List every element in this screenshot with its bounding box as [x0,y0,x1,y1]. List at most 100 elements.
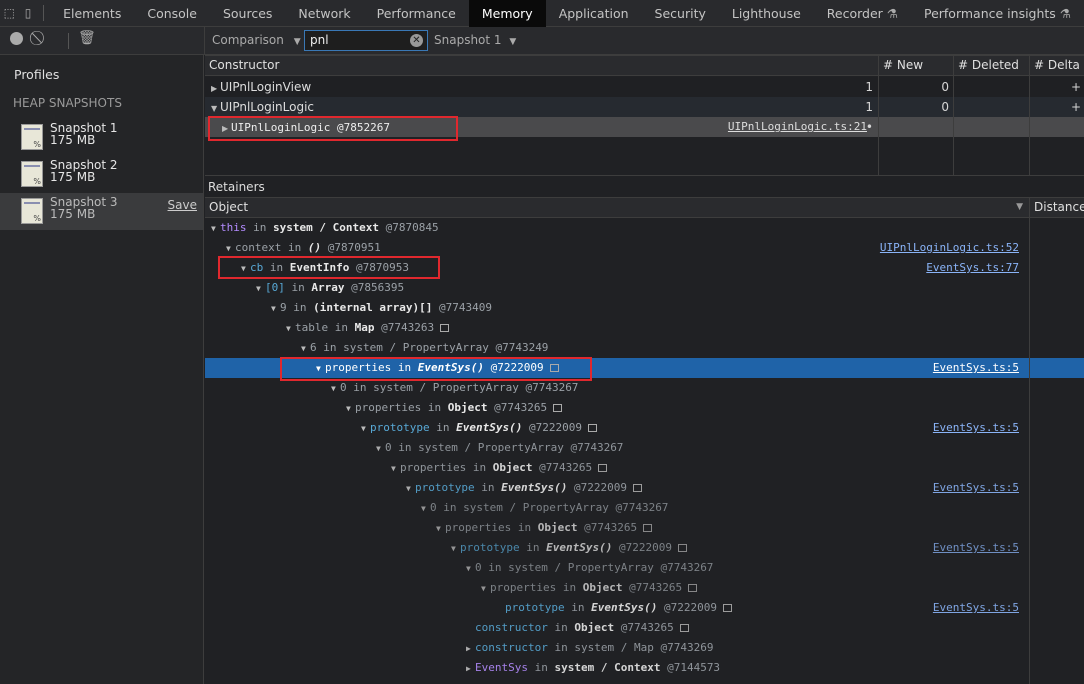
source-link[interactable]: UIPnlLoginLogic.ts:21 [728,117,867,137]
reveal-object-icon[interactable] [553,404,563,412]
collapse-arrow-icon[interactable]: ▼ [481,579,490,599]
record-icon[interactable] [10,32,23,45]
profiles-title: Profiles [14,67,60,82]
collapse-arrow-icon[interactable]: ▼ [286,319,295,339]
tab-label: Console [147,5,197,21]
retainer-row[interactable]: ▼ [0] in Array @7856395 [205,278,1084,298]
in-keyword: in [281,241,308,254]
tab-console[interactable]: Console [134,0,210,27]
tab-sources[interactable]: Sources [210,0,285,27]
reveal-object-icon[interactable] [722,604,732,612]
retainer-row[interactable]: ▶ constructor in system / Map @7743269 [205,638,1084,658]
expand-arrow-icon[interactable]: ▶ [466,659,475,679]
retainer-row[interactable]: ▼ context in () @7870951 UIPnlLoginLogic.t… [205,238,1084,258]
retainer-row[interactable]: constructor in Object @7743265 [205,618,1084,638]
tab-elements[interactable]: Elements [50,0,134,27]
column-new[interactable]: # New [878,56,953,75]
collapse-arrow-icon[interactable]: ▼ [466,559,475,579]
tab-lighthouse[interactable]: Lighthouse [719,0,814,27]
collapse-arrow-icon[interactable]: ▼ [436,519,445,539]
collapse-arrow-icon[interactable]: ▼ [331,379,340,399]
reveal-object-icon[interactable] [632,484,642,492]
collapse-arrow-icon[interactable]: ▼ [256,279,265,299]
retainer-row[interactable]: ▼ prototype in EventSys() @7222009 EventSy… [205,418,1084,438]
reveal-object-icon[interactable] [440,324,450,332]
tab-performance[interactable]: Performance [364,0,469,27]
retainer-row[interactable]: ▼ properties in Object @7743265 [205,518,1084,538]
retainer-row[interactable]: ▼ table in Map @7743263 [205,318,1084,338]
collapse-arrow-icon[interactable]: ▼ [211,219,220,239]
retainer-row[interactable]: ▼ 9 in (internal array)[] @7743409 [205,298,1084,318]
column-distance[interactable]: Distance [1029,198,1084,217]
source-link[interactable]: EventSys.ts:5 [933,478,1019,498]
tab-application[interactable]: Application [546,0,642,27]
inspect-element-icon[interactable]: ⬚ [0,0,19,27]
retainer-row[interactable]: ▼ prototype in EventSys() @7222009 EventSy… [205,538,1084,558]
column-constructor[interactable]: Constructor [205,56,283,75]
in-keyword: in [246,221,273,234]
source-link[interactable]: EventSys.ts:77 [926,258,1019,278]
reveal-object-icon[interactable] [598,464,608,472]
in-keyword: in [466,461,493,474]
collapse-arrow-icon[interactable]: ▼ [376,439,385,459]
collapse-arrow-icon[interactable]: ▼ [451,539,460,559]
memory-toolbar: ⃠ 🗑 Comparison ▼ pnl ✕ Snapshot 1 ▼ [0,27,1084,55]
expand-arrow-icon[interactable]: ▶ [466,639,475,659]
retainer-row[interactable]: ▼ 0 in system / PropertyArray @7743267 [205,438,1084,458]
view-select[interactable]: Comparison ▼ [212,33,301,47]
reveal-object-icon[interactable] [677,544,687,552]
tab-recorder[interactable]: Recorder ⚗ [814,0,911,27]
column-delta[interactable]: # Delta [1029,56,1084,75]
trash-icon[interactable]: 🗑 [78,30,96,46]
snapshot-icon [21,161,43,187]
retainer-row[interactable]: ▼ 0 in system / PropertyArray @7743267 [205,498,1084,518]
retainer-row[interactable]: ▼ properties in Object @7743265 [205,458,1084,478]
reveal-object-icon[interactable] [643,524,653,532]
source-link[interactable]: EventSys.ts:5 [933,598,1019,618]
source-link[interactable]: UIPnlLoginLogic.ts:52 [880,238,1019,258]
collapse-arrow-icon[interactable]: ▼ [391,459,400,479]
class-name: Array [311,281,345,294]
property-name: 0 [385,441,392,454]
column-object[interactable]: Object ▼ [205,198,1029,217]
collapse-arrow-icon[interactable]: ▼ [361,419,370,439]
collapse-arrow-icon[interactable]: ▼ [421,499,430,519]
save-link[interactable]: Save [168,198,197,212]
source-link[interactable]: EventSys.ts:5 [933,418,1019,438]
tab-security[interactable]: Security [642,0,719,27]
collapse-arrow-icon[interactable]: ▼ [346,399,355,419]
retainer-row[interactable]: ▼ properties in Object @7743265 [205,398,1084,418]
retainer-row[interactable]: ▶ EventSys in system / Context @7144573 [205,658,1084,678]
retainer-row[interactable]: ▼ 0 in system / PropertyArray @7743267 [205,378,1084,398]
reveal-object-icon[interactable] [587,424,597,432]
snapshot-item[interactable]: Snapshot 1175 MB [0,119,203,156]
device-toolbar-icon[interactable]: ▯ [19,0,38,27]
column-deleted[interactable]: # Deleted [953,56,1029,75]
baseline-select[interactable]: Snapshot 1 ▼ [434,33,516,47]
retainer-row[interactable]: ▼ this in system / Context @7870845 [205,218,1084,238]
snapshot-item[interactable]: Snapshot 2175 MB [0,156,203,193]
reveal-object-icon[interactable] [688,584,698,592]
tab-performance-insights[interactable]: Performance insights ⚗ [911,0,1084,27]
retainer-row[interactable]: ▼ 6 in system / PropertyArray @7743249 [205,338,1084,358]
retainer-row[interactable]: ▼ prototype in EventSys() @7222009 EventSy… [205,478,1084,498]
clear-filter-icon[interactable]: ✕ [410,34,423,47]
source-link[interactable]: EventSys.ts:5 [933,358,1019,378]
collapse-arrow-icon[interactable]: ▼ [301,339,310,359]
class-name: system / PropertyArray [463,501,609,514]
snapshot-item[interactable]: Snapshot 3175 MBSave [0,193,203,230]
retainer-row[interactable]: ▼ properties in Object @7743265 [205,578,1084,598]
source-link[interactable]: EventSys.ts:5 [933,538,1019,558]
reveal-object-icon[interactable] [679,624,689,632]
tab-memory[interactable]: Memory [468,0,546,27]
constructor-name: UIPnlLoginView [220,80,312,94]
class-name: system / Map [574,641,654,654]
tab-network[interactable]: Network [285,0,363,27]
collapse-arrow-icon[interactable]: ▼ [406,479,415,499]
collapse-arrow-icon[interactable]: ▼ [271,299,280,319]
retainer-row[interactable]: prototype in EventSys() @7222009 EventSys… [205,598,1084,618]
class-filter-input[interactable]: pnl ✕ [304,30,428,51]
retainer-row[interactable]: ▼ 0 in system / PropertyArray @7743267 [205,558,1084,578]
cell-delta: + [1070,80,1081,94]
expand-arrow-icon[interactable]: ▶ [211,79,220,99]
